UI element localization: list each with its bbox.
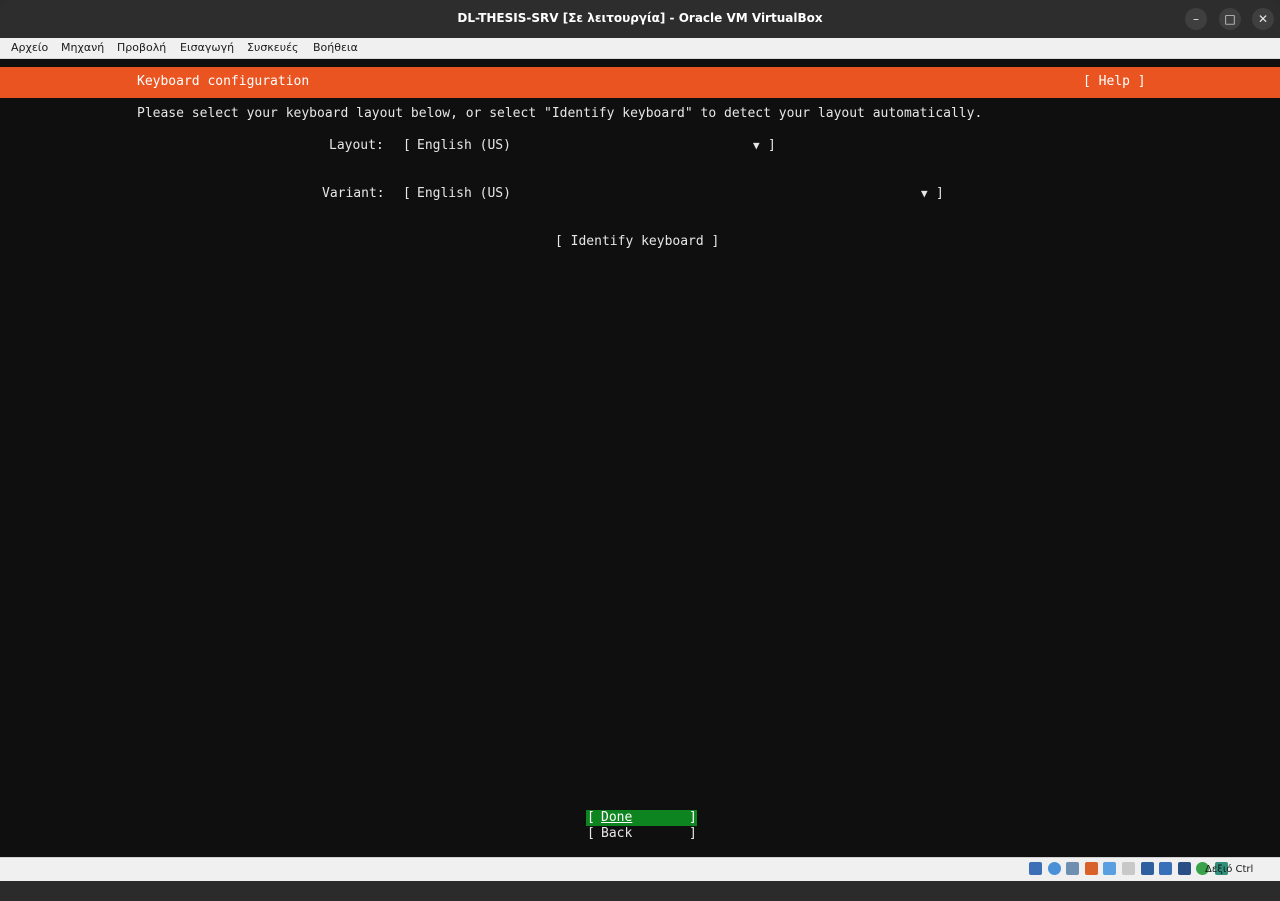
- layout-label: Layout:: [329, 138, 384, 153]
- done-label: Done: [601, 810, 633, 825]
- network-icon[interactable]: [1084, 862, 1098, 875]
- identify-keyboard-button[interactable]: [ Identify keyboard ]: [555, 234, 719, 249]
- status-icons: [1029, 862, 1228, 877]
- variant-label: Variant:: [322, 186, 385, 201]
- hard-disk-icon[interactable]: [1029, 862, 1042, 875]
- shared-folder-icon[interactable]: [1121, 862, 1135, 875]
- menu-help[interactable]: Βοήθεια: [313, 38, 358, 58]
- dropdown-arrow-icon: ▼: [921, 187, 928, 200]
- window-titlebar: DL-THESIS-SRV [Σε λειτουργία] - Oracle V…: [0, 0, 1280, 38]
- cpu-icon[interactable]: [1177, 862, 1191, 875]
- menu-file[interactable]: Αρχείο: [11, 38, 48, 58]
- back-bracket-close: ]: [689, 826, 697, 841]
- layout-dropdown[interactable]: [ English (US) ▼ ]: [403, 138, 777, 156]
- minimize-button[interactable]: –: [1185, 8, 1207, 30]
- layout-value: English (US): [417, 138, 511, 153]
- display-icon[interactable]: [1140, 862, 1154, 875]
- menu-input[interactable]: Εισαγωγή: [180, 38, 234, 58]
- close-button[interactable]: ✕: [1252, 8, 1274, 30]
- back-label: Back: [601, 826, 633, 841]
- installer-title: Keyboard configuration: [137, 74, 310, 89]
- menu-devices[interactable]: Συσκευές: [247, 38, 298, 58]
- status-bar: Δεξιό Ctrl: [0, 857, 1280, 881]
- back-button[interactable]: [ Back ]: [586, 826, 697, 842]
- dropdown-arrow-icon: ▼: [753, 139, 760, 152]
- optical-drive-icon[interactable]: [1047, 862, 1061, 875]
- variant-dropdown[interactable]: [ English (US) ▼ ]: [403, 186, 945, 204]
- variant-bracket-open: [: [403, 186, 411, 201]
- vm-screen[interactable]: Keyboard configuration [ Help ] Please s…: [0, 59, 1280, 857]
- maximize-button[interactable]: □: [1219, 8, 1241, 30]
- back-bracket-open: [: [587, 826, 595, 841]
- layout-bracket-open: [: [403, 138, 411, 153]
- host-key-label: Δεξιό Ctrl: [1205, 864, 1254, 875]
- layout-bracket-close: ]: [768, 138, 776, 153]
- recording-icon[interactable]: [1159, 862, 1173, 875]
- audio-icon[interactable]: [1066, 862, 1080, 875]
- variant-bracket-close: ]: [936, 186, 944, 201]
- help-button[interactable]: [ Help ]: [1083, 74, 1146, 89]
- done-button[interactable]: [ Done ]: [586, 810, 697, 826]
- menu-bar: Αρχείο Μηχανή Προβολή Εισαγωγή Συσκευές …: [0, 38, 1280, 59]
- done-bracket-close: ]: [689, 810, 697, 825]
- menu-view[interactable]: Προβολή: [117, 38, 166, 58]
- menu-machine[interactable]: Μηχανή: [61, 38, 104, 58]
- instructions-text: Please select your keyboard layout below…: [137, 106, 983, 121]
- window-title: DL-THESIS-SRV [Σε λειτουργία] - Oracle V…: [457, 11, 823, 25]
- done-bracket-open: [: [587, 810, 595, 825]
- usb-icon[interactable]: [1103, 862, 1117, 875]
- variant-value: English (US): [417, 186, 511, 201]
